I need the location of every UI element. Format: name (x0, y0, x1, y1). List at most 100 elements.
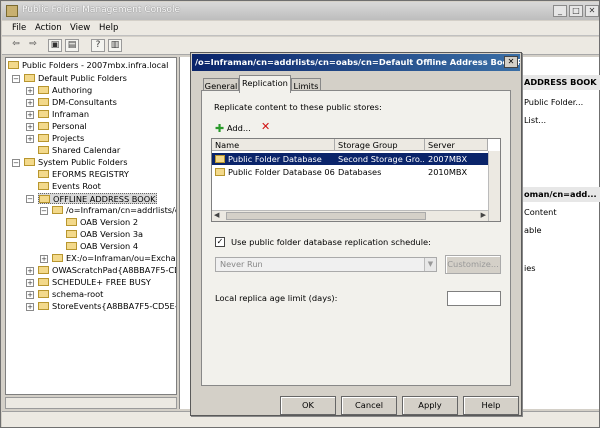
show-tree-icon[interactable]: ▤ (65, 39, 79, 52)
menu-file[interactable]: File (12, 23, 26, 33)
tree-item-oab-addrlists[interactable]: /o=Inframan/cn=addrlists/cn= (52, 205, 176, 216)
collapse-icon[interactable]: − (40, 207, 48, 215)
forward-arrow-icon[interactable]: ⇨ (26, 39, 40, 52)
expand-icon[interactable]: + (26, 123, 34, 131)
folder-icon (66, 230, 77, 238)
menu-view[interactable]: View (70, 23, 90, 33)
table-row[interactable]: Public Folder Database 061... Databases … (212, 166, 488, 178)
tree-item-authoring[interactable]: Authoring (38, 85, 92, 96)
tree-item-schedule-free-busy[interactable]: SCHEDULE+ FREE BUSY (38, 277, 151, 288)
menu-help[interactable]: Help (99, 23, 118, 33)
expand-icon[interactable]: + (26, 135, 34, 143)
expand-icon[interactable]: + (26, 99, 34, 107)
tree-item-personal[interactable]: Personal (38, 121, 87, 132)
use-schedule-checkbox[interactable]: ✓ (215, 237, 225, 247)
tree-item-offline-address-book[interactable]: OFFLINE ADDRESS BOOK (38, 193, 157, 204)
tree-item-eforms-registry[interactable]: EFORMS REGISTRY (38, 169, 129, 180)
replicate-content-label: Replicate content to these public stores… (214, 102, 382, 112)
tree-item-schema-root[interactable]: schema-root (38, 289, 103, 300)
tree-item-projects[interactable]: Projects (38, 133, 84, 144)
action-update-content[interactable]: Content (524, 207, 557, 217)
action-properties[interactable]: ies (524, 263, 536, 273)
up-folder-icon[interactable]: ▣ (48, 39, 62, 52)
tree-item-oab-version-4[interactable]: OAB Version 4 (66, 241, 138, 252)
tree-default-public-folders[interactable]: Default Public Folders (24, 73, 127, 84)
column-name[interactable]: Name (212, 139, 335, 151)
schedule-select[interactable]: Never Run ▼ (215, 257, 437, 272)
add-icon: ✚ (215, 122, 225, 135)
tree-item-inframan[interactable]: Inframan (38, 109, 89, 120)
collapse-icon[interactable]: − (12, 75, 20, 83)
expand-icon[interactable]: + (40, 255, 48, 263)
tab-replication[interactable]: Replication (239, 75, 291, 93)
window-title: Public Folder Management Console (22, 5, 181, 15)
action-new-public-folder[interactable]: Public Folder... (524, 97, 583, 107)
minimize-button[interactable]: _ (553, 5, 567, 17)
dialog-close-icon[interactable]: ✕ (504, 56, 518, 68)
folder-icon (38, 170, 49, 178)
help-icon[interactable]: ? (91, 39, 105, 52)
row-group-cell: Databases (338, 167, 382, 177)
tree-item-owascratchpad[interactable]: OWAScratchPad{A8BBA7F5-CD5E (38, 265, 176, 276)
collapse-icon[interactable]: − (12, 159, 20, 167)
maximize-button[interactable]: □ (569, 5, 583, 17)
remove-icon[interactable]: ✕ (261, 120, 270, 133)
menu-bar: File Action View Help (2, 21, 599, 36)
menu-action[interactable]: Action (35, 23, 62, 33)
cancel-button[interactable]: Cancel (341, 396, 397, 415)
folder-icon (38, 290, 49, 298)
customize-button[interactable]: Customize... (445, 255, 501, 274)
tree-item-storeevents[interactable]: StoreEvents{A8BBA7F5-CD5E-4B (38, 301, 176, 312)
table-row[interactable]: Public Folder Database Second Storage Gr… (212, 153, 488, 165)
expand-icon[interactable]: + (26, 279, 34, 287)
list-vertical-scrollbar[interactable] (488, 151, 500, 221)
database-folder-icon (215, 168, 225, 176)
folder-tree: Public Folders - 2007mbx.infra.local − D… (5, 57, 177, 395)
tree-item-events-root[interactable]: Events Root (38, 181, 101, 192)
tree-item-shared-calendar[interactable]: Shared Calendar (38, 145, 120, 156)
tree-item-dm-consultants[interactable]: DM-Consultants (38, 97, 117, 108)
column-server[interactable]: Server (425, 139, 488, 151)
tree-item-oab-version-3a[interactable]: OAB Version 3a (66, 229, 143, 240)
expand-icon[interactable]: + (26, 111, 34, 119)
tree-item-ex-inframan[interactable]: EX:/o=Inframan/ou=Exchang (52, 253, 176, 264)
list-horizontal-scrollbar[interactable]: ◀ ▶ (212, 210, 488, 221)
expand-icon[interactable]: + (26, 87, 34, 95)
window-title-bar: Public Folder Management Console _ □ ✕ (2, 2, 599, 20)
row-name-cell: Public Folder Database 061... (215, 166, 335, 178)
tree-horizontal-scrollbar[interactable] (5, 397, 177, 409)
folder-icon (8, 61, 19, 69)
help-button[interactable]: Help (463, 396, 519, 415)
scroll-left-icon[interactable]: ◀ (214, 211, 219, 219)
database-folder-icon (215, 155, 225, 163)
replica-list[interactable]: Name Storage Group Server Public Folder … (211, 138, 501, 222)
add-button[interactable]: ✚ Add... (215, 122, 251, 135)
collapse-icon[interactable]: − (26, 195, 34, 203)
apply-button[interactable]: Apply (402, 396, 458, 415)
actions-header-oab: ADDRESS BOOK (522, 75, 600, 90)
tree-item-oab-version-2[interactable]: OAB Version 2 (66, 217, 138, 228)
action-pane-icon[interactable]: ▥ (108, 39, 122, 52)
actions-pane: ADDRESS BOOK Public Folder... List... om… (521, 57, 600, 409)
ok-button[interactable]: OK (280, 396, 336, 415)
folder-icon (38, 98, 49, 106)
column-storage-group[interactable]: Storage Group (335, 139, 425, 151)
expand-icon[interactable]: + (26, 291, 34, 299)
expand-icon[interactable]: + (26, 267, 34, 275)
row-server-cell: 2010MBX (428, 167, 468, 177)
folder-icon (52, 206, 63, 214)
age-limit-input[interactable] (447, 291, 501, 306)
folder-icon (38, 266, 49, 274)
back-arrow-icon[interactable]: ⇦ (9, 39, 23, 52)
folder-icon (38, 302, 49, 310)
close-button[interactable]: ✕ (585, 5, 599, 17)
scroll-thumb[interactable] (226, 212, 426, 220)
tree-system-public-folders[interactable]: System Public Folders (24, 157, 128, 168)
action-mail-enable[interactable]: able (524, 225, 542, 235)
action-export-list[interactable]: List... (524, 115, 546, 125)
dialog-title: /o=Inframan/cn=addrlists/cn=oabs/cn=Defa… (192, 54, 520, 71)
folder-icon (39, 195, 50, 203)
scroll-right-icon[interactable]: ▶ (481, 211, 486, 219)
expand-icon[interactable]: + (26, 303, 34, 311)
tree-root[interactable]: Public Folders - 2007mbx.infra.local (8, 60, 168, 71)
